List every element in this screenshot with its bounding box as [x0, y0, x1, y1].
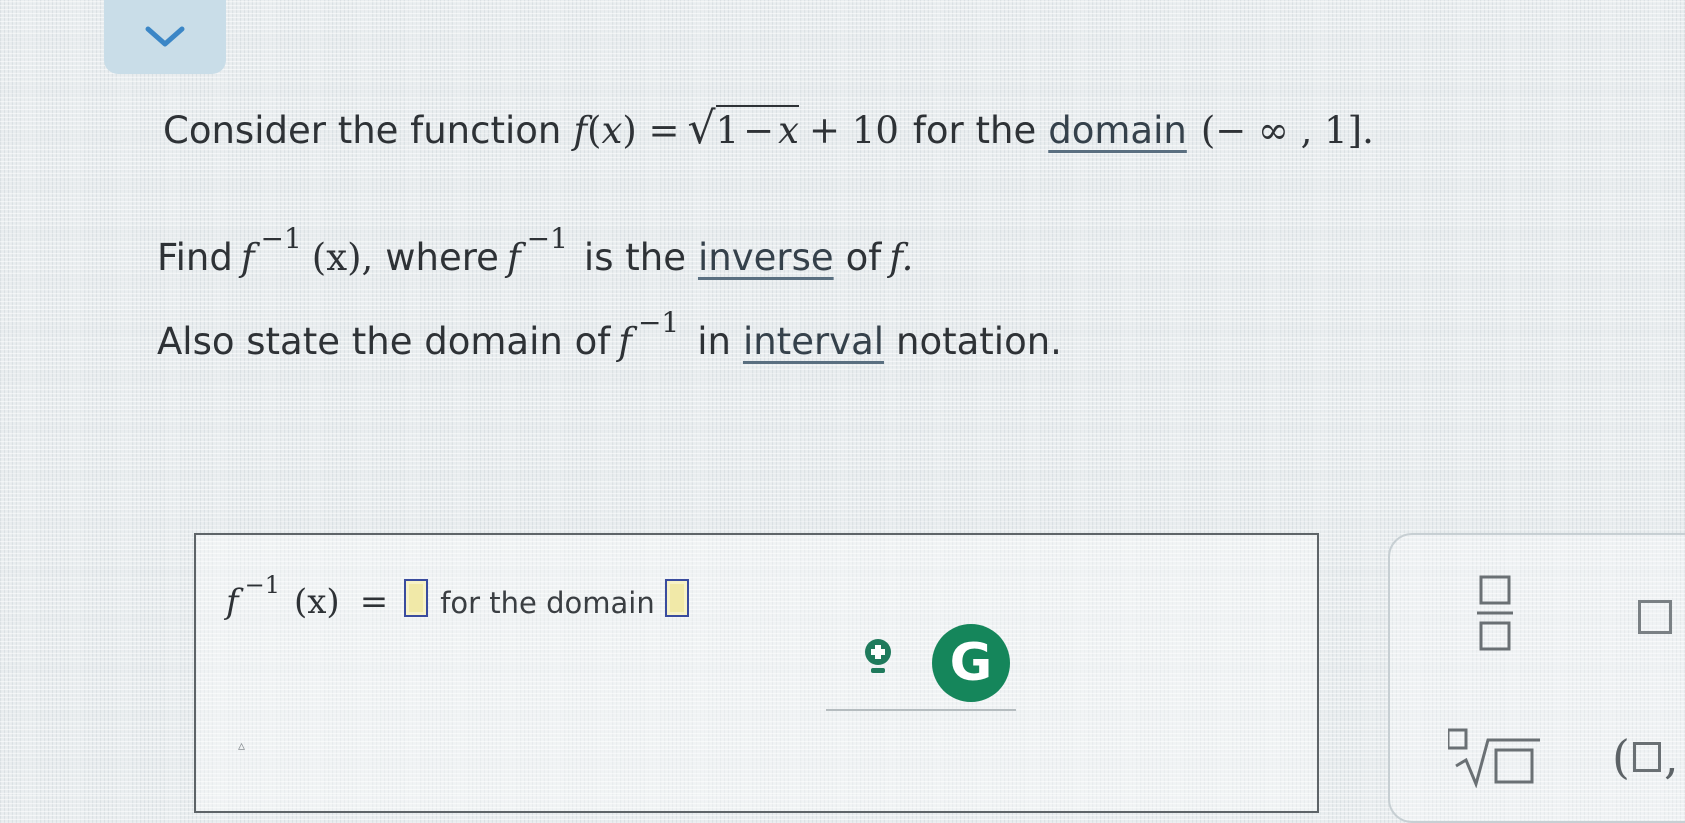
given-domain-interval: (− ∞ , 1]. — [1200, 109, 1374, 152]
collapse-toggle-button[interactable] — [104, 0, 226, 74]
answer-equals: = — [359, 582, 389, 622]
question-line-1: Consider the function f ( x ) = √ 1− x + … — [163, 103, 1374, 154]
radicand-constant: 1 — [715, 109, 740, 152]
function-variable: x — [601, 109, 623, 152]
nth-root-template-button[interactable] — [1446, 728, 1540, 789]
is-the-text: is the — [583, 236, 686, 279]
plus-ten: + 10 — [809, 109, 899, 152]
radicand: 1− x — [715, 105, 800, 152]
open-paren: ( — [587, 109, 602, 152]
domain-input[interactable] — [664, 579, 689, 617]
grammarly-g-icon[interactable]: G — [932, 624, 1010, 702]
answer-row: f −1 (x) = for the domain — [226, 571, 689, 622]
also-state-text: Also state the domain of — [157, 320, 611, 363]
interval-link[interactable]: interval — [743, 320, 884, 363]
domain-link[interactable]: domain — [1048, 109, 1187, 152]
square-root-expression: √ 1− x — [687, 103, 800, 154]
inverse-argument: (x), — [311, 236, 374, 279]
for-the-domain-text: for the domain — [440, 586, 655, 620]
inverse-function-name-2: f — [506, 236, 521, 279]
interval-template-button[interactable]: (, — [1612, 730, 1679, 784]
radicand-variable: x — [778, 109, 800, 152]
resize-indicator-icon: ▵ — [238, 738, 246, 754]
answer-area: f −1 (x) = for the domain — [194, 533, 1319, 813]
lightbulb-icon — [865, 639, 891, 673]
notation-text: notation. — [896, 320, 1062, 363]
nth-root-template-icon — [1446, 728, 1540, 789]
for-the-text: for the — [912, 109, 1037, 152]
in-text: in — [697, 320, 731, 363]
inverse-exponent: −1 — [260, 222, 302, 255]
inverse-link[interactable]: inverse — [698, 236, 834, 279]
interval-comma: , — [1663, 730, 1679, 784]
inverse-exponent-2: −1 — [526, 222, 568, 255]
interval-box-icon — [1632, 742, 1661, 772]
answer-function-name: f — [226, 582, 239, 622]
fraction-template-button[interactable] — [1475, 573, 1515, 653]
question-line-2: Find f −1 (x), where f −1 is the inverse… — [157, 222, 914, 279]
answer-exponent: −1 — [244, 571, 280, 599]
box-template-button[interactable] — [1638, 600, 1672, 634]
question-lead-text: Consider the function — [163, 109, 562, 152]
chevron-down-icon — [145, 26, 185, 47]
inverse-function-name-3: f — [618, 320, 632, 363]
function-name: f — [573, 109, 588, 152]
function-name-end: f. — [889, 236, 914, 279]
inverse-function-input[interactable] — [404, 579, 429, 617]
of-text: of — [845, 236, 882, 279]
inverse-exponent-3: −1 — [637, 306, 680, 339]
hint-button[interactable] — [860, 637, 896, 677]
answer-argument: (x) — [293, 582, 340, 622]
close-paren-equals: ) = — [622, 109, 680, 152]
grammarly-letter: G — [949, 633, 993, 693]
where-text: where — [385, 236, 499, 279]
radicand-minus: − — [743, 109, 775, 152]
fraction-template-icon — [1477, 575, 1513, 651]
inverse-function-name: f — [240, 236, 255, 279]
find-text: Find — [157, 236, 233, 279]
interval-open-paren: ( — [1612, 730, 1630, 784]
question-line-3: Also state the domain of f −1 in interva… — [157, 306, 1062, 363]
radical-sign: √ — [687, 103, 716, 154]
